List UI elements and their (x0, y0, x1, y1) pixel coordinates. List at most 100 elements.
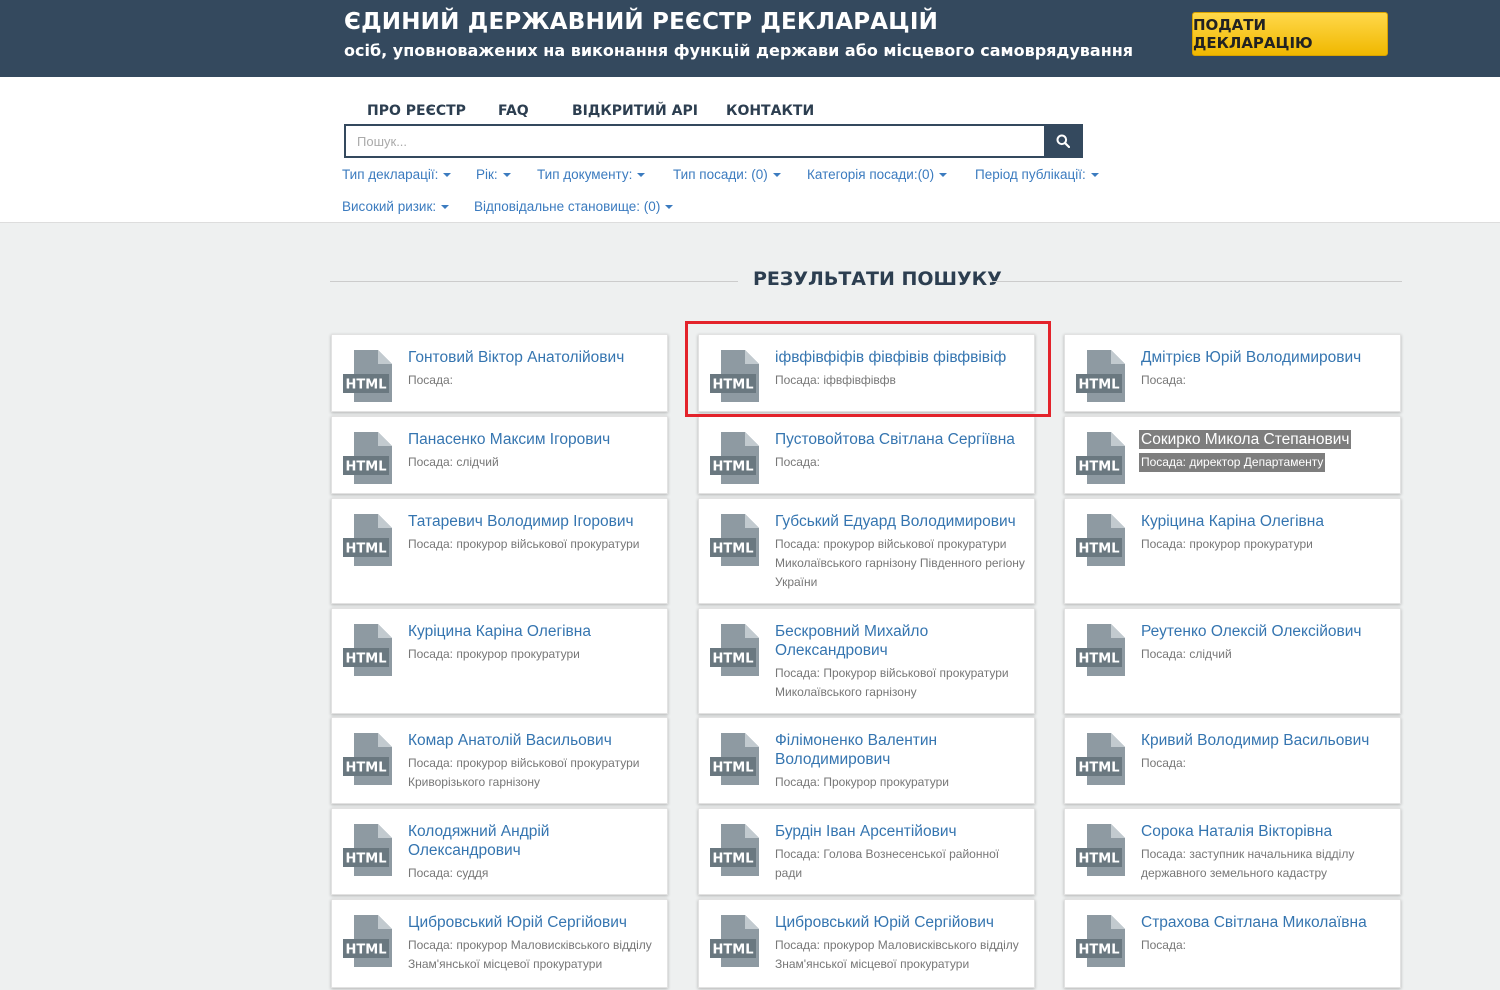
results-title: РЕЗУЛЬТАТИ ПОШУКУ (753, 268, 1002, 290)
position-text: Посада: Голова Вознесенської районної ра… (775, 847, 1000, 880)
position-text: Посада: іфвфівфівфв (775, 373, 896, 387)
person-name-link[interactable]: Пустовойтова Світлана Сергіївна (775, 430, 1026, 449)
person-name-link[interactable]: іфвфівфіфів фівфівів фівфвівіф (775, 348, 1026, 367)
result-card[interactable]: HTML Колодяжний Андрій Олександрович Посад… (331, 808, 668, 895)
html-icon-label: HTML (346, 652, 387, 667)
nav-open-api[interactable]: ВІДКРИТИЙ API (572, 103, 698, 119)
filter-label: Рік: (476, 167, 498, 182)
html-icon-label: HTML (1079, 460, 1120, 475)
html-icon-label: HTML (1079, 652, 1120, 667)
html-icon-label: HTML (1079, 378, 1120, 393)
person-name-link[interactable]: Цибровський Юрій Сергійович (408, 913, 659, 932)
html-icon-label: HTML (1079, 852, 1120, 867)
person-name-link[interactable]: Філімоненко Валентин Володимирович (775, 731, 1026, 769)
html-file-icon: HTML (1075, 732, 1129, 786)
result-card[interactable]: HTML Куріцина Каріна Олегівна Посада: прок… (331, 608, 668, 714)
result-card[interactable]: HTML Пустовойтова Світлана Сергіївна Посад… (698, 416, 1035, 494)
person-name-link[interactable]: Панасенко Максим Ігорович (408, 430, 659, 449)
person-name-link[interactable]: Цибровський Юрій Сергійович (775, 913, 1026, 932)
html-file-icon: HTML (709, 431, 763, 485)
html-file-icon: HTML (342, 431, 396, 485)
filter-high-risk[interactable]: Високий ризик: (342, 199, 450, 214)
html-icon-label: HTML (713, 943, 754, 958)
divider (330, 281, 738, 282)
result-card[interactable]: HTML Цибровський Юрій Сергійович Посада: п… (698, 899, 1035, 988)
search-bar (344, 124, 1083, 158)
search-input[interactable] (346, 126, 1046, 156)
caret-down-icon (637, 173, 646, 178)
person-name-link[interactable]: Комар Анатолій Васильович (408, 731, 659, 750)
result-card[interactable]: HTML Куріцина Каріна Олегівна Посада: прок… (1064, 498, 1401, 604)
position-text: Посада: (775, 455, 820, 469)
caret-down-icon (665, 205, 674, 210)
filter-label: Відповідальне становище: (0) (474, 199, 661, 214)
result-card[interactable]: HTML Реутенко Олексій Олексійович Посада: … (1064, 608, 1401, 714)
person-name-link[interactable]: Сокирко Микола Степанович (1139, 430, 1352, 449)
result-card[interactable]: HTML Кривий Володимир Васильович Посада: (1064, 717, 1401, 804)
position-text: Посада: прокурор військової прокуратури … (408, 756, 640, 789)
filter-position-type[interactable]: Тип посади: (0) (673, 167, 781, 182)
html-icon-label: HTML (346, 460, 387, 475)
position-text: Посада: заступник начальника відділу дер… (1141, 847, 1355, 880)
position-text: Посада: (1141, 373, 1186, 387)
person-name-link[interactable]: Кривий Володимир Васильович (1141, 731, 1392, 750)
person-name-link[interactable]: Куріцина Каріна Олегівна (1141, 512, 1392, 531)
person-name-link[interactable]: Гонтовий Віктор Анатолійович (408, 348, 659, 367)
result-card[interactable]: HTML Бескровний Михайло Олександрович Поса… (698, 608, 1035, 714)
search-button[interactable] (1044, 126, 1081, 156)
result-card[interactable]: HTML Сокирко Микола Степанович Посада: дир… (1064, 416, 1401, 494)
filter-position-category[interactable]: Категорія посади:(0) (807, 167, 948, 182)
person-name-link[interactable]: Губський Едуард Володимирович (775, 512, 1026, 531)
filter-publication-period[interactable]: Період публікації: (975, 167, 1099, 182)
result-card[interactable]: HTML Комар Анатолій Васильович Посада: про… (331, 717, 668, 804)
html-file-icon: HTML (709, 823, 763, 877)
nav-band: ПРО РЕЄСТР FAQ ВІДКРИТИЙ API КОНТАКТИ Ти… (0, 77, 1500, 223)
html-file-icon: HTML (709, 349, 763, 403)
position-text: Посада: прокурор Маловисківського відділ… (775, 938, 1019, 971)
html-icon-label: HTML (713, 652, 754, 667)
person-name-link[interactable]: Страхова Світлана Миколаївна (1141, 913, 1392, 932)
caret-down-icon (939, 173, 948, 178)
filter-label: Тип декларації: (342, 167, 439, 182)
html-icon-label: HTML (1079, 943, 1120, 958)
person-name-link[interactable]: Бурдін Іван Арсентійович (775, 822, 1026, 841)
html-icon-label: HTML (346, 761, 387, 776)
result-card[interactable]: HTML Страхова Світлана Миколаївна Посада: (1064, 899, 1401, 988)
position-text: Посада: Прокурор прокуратури (775, 775, 949, 789)
filter-declaration-type[interactable]: Тип декларації: (342, 167, 452, 182)
filter-year[interactable]: Рік: (476, 167, 511, 182)
html-file-icon: HTML (342, 513, 396, 567)
position-text: Посада: прокурор військової прокуратури … (775, 537, 1025, 589)
result-card[interactable]: HTML Сорока Наталія Вікторівна Посада: зас… (1064, 808, 1401, 895)
result-card[interactable]: HTML Татаревич Володимир Ігорович Посада: … (331, 498, 668, 604)
result-card[interactable]: HTML Гонтовий Віктор Анатолійович Посада: (331, 334, 668, 412)
result-card[interactable]: HTML Цибровський Юрій Сергійович Посада: п… (331, 899, 668, 988)
html-file-icon: HTML (1075, 823, 1129, 877)
html-icon-label: HTML (346, 943, 387, 958)
html-icon-label: HTML (1079, 761, 1120, 776)
site-subtitle: осіб, уповноважених на виконання функцій… (344, 41, 1134, 60)
filter-document-type[interactable]: Тип документу: (537, 167, 646, 182)
person-name-link[interactable]: Татаревич Володимир Ігорович (408, 512, 659, 531)
result-card[interactable]: HTML Губський Едуард Володимирович Посада:… (698, 498, 1035, 604)
person-name-link[interactable]: Реутенко Олексій Олексійович (1141, 622, 1392, 641)
nav-faq[interactable]: FAQ (498, 103, 529, 119)
result-card[interactable]: HTML Бурдін Іван Арсентійович Посада: Голо… (698, 808, 1035, 895)
result-card[interactable]: HTML Дмітрієв Юрій Володимирович Посада: (1064, 334, 1401, 412)
person-name-link[interactable]: Бескровний Михайло Олександрович (775, 622, 1026, 660)
nav-contacts[interactable]: КОНТАКТИ (726, 103, 814, 119)
person-name-link[interactable]: Дмітрієв Юрій Володимирович (1141, 348, 1392, 367)
filter-label: Високий ризик: (342, 199, 437, 214)
html-file-icon: HTML (709, 914, 763, 968)
person-name-link[interactable]: Сорока Наталія Вікторівна (1141, 822, 1392, 841)
result-card[interactable]: HTML іфвфівфіфів фівфівів фівфвівіф Посада… (698, 334, 1035, 412)
position-text: Посада: слідчий (408, 455, 499, 469)
position-text: Посада: (1141, 756, 1186, 770)
person-name-link[interactable]: Колодяжний Андрій Олександрович (408, 822, 659, 860)
result-card[interactable]: HTML Панасенко Максим Ігорович Посада: слі… (331, 416, 668, 494)
submit-declaration-button[interactable]: ПОДАТИ ДЕКЛАРАЦІЮ (1192, 12, 1388, 56)
person-name-link[interactable]: Куріцина Каріна Олегівна (408, 622, 659, 641)
filter-responsible-position[interactable]: Відповідальне становище: (0) (474, 199, 674, 214)
nav-about[interactable]: ПРО РЕЄСТР (367, 103, 466, 119)
result-card[interactable]: HTML Філімоненко Валентин Володимирович По… (698, 717, 1035, 804)
